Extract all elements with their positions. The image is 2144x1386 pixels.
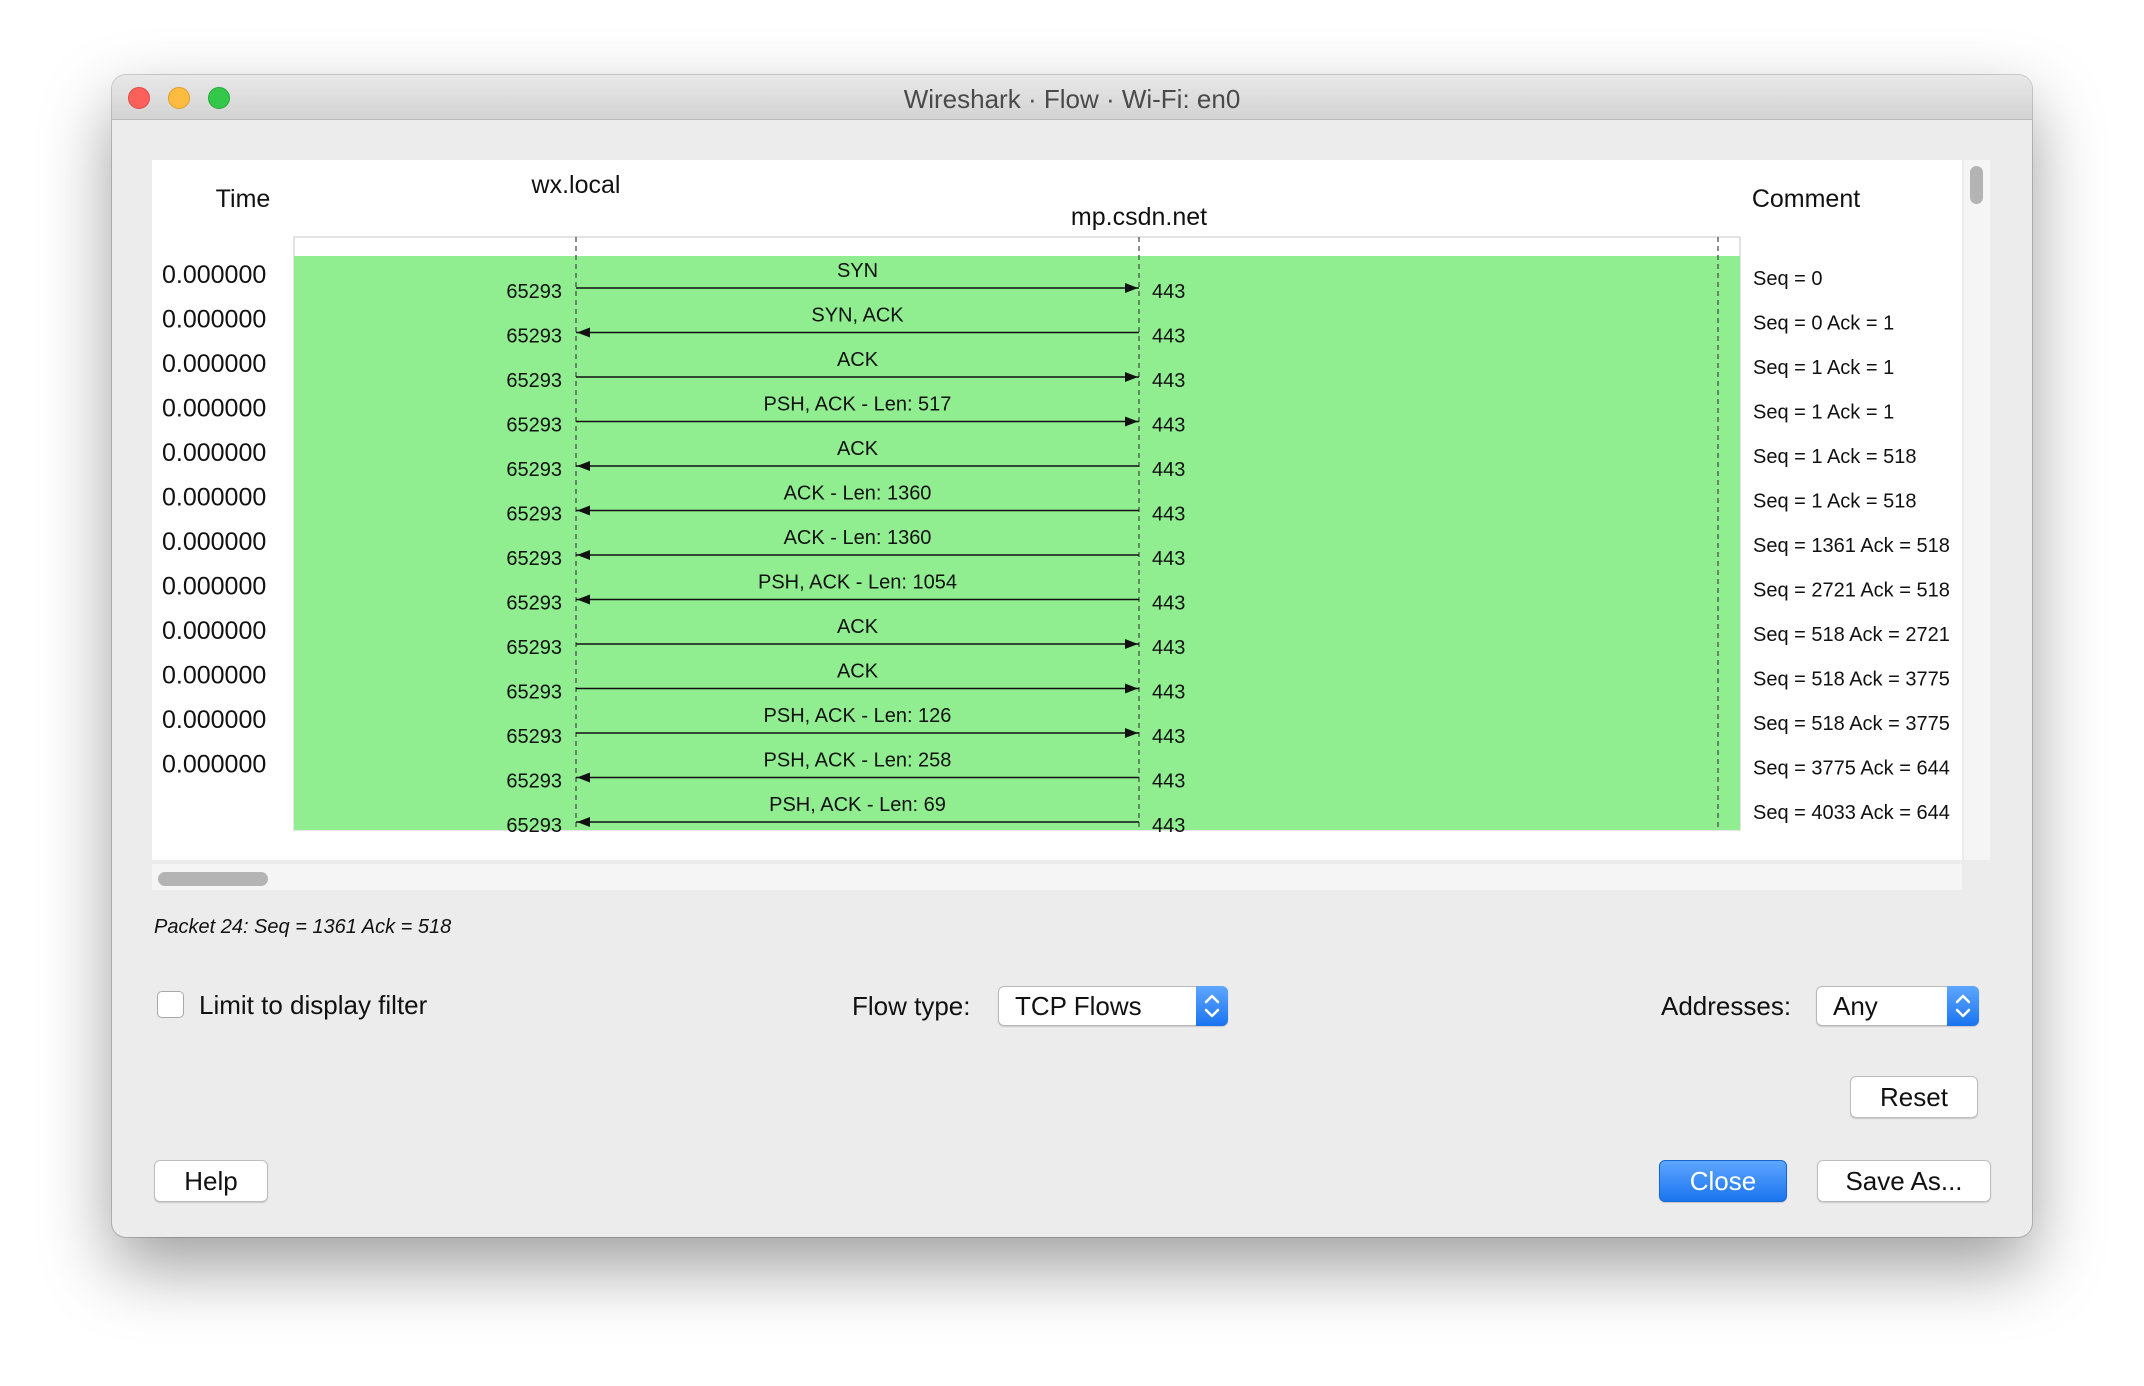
save-as-button[interactable]: Save As...: [1817, 1160, 1991, 1202]
flow-comment: Seq = 518 Ack = 2721: [1753, 624, 1950, 646]
src-port: 65293: [506, 415, 562, 437]
src-port: 65293: [506, 370, 562, 392]
flow-label: PSH, ACK - Len: 517: [764, 394, 952, 416]
flow-comment: Seq = 1 Ack = 518: [1753, 491, 1916, 513]
flow-label: ACK: [837, 438, 879, 460]
src-port: 65293: [506, 326, 562, 348]
flow-time: 0.000000: [162, 528, 266, 556]
dst-port: 443: [1152, 637, 1185, 659]
src-port: 65293: [506, 281, 562, 303]
dst-port: 443: [1152, 548, 1185, 570]
packet-status-text: Packet 24: Seq = 1361 Ack = 518: [154, 916, 452, 938]
flow-label: PSH, ACK - Len: 258: [764, 750, 952, 772]
dst-port: 443: [1152, 415, 1185, 437]
close-button[interactable]: Close: [1659, 1160, 1787, 1202]
dst-port: 443: [1152, 459, 1185, 481]
dst-port: 443: [1152, 726, 1185, 748]
chevron-updown-icon: [1196, 986, 1228, 1026]
flow-comment: Seq = 3775 Ack = 644: [1753, 758, 1950, 780]
src-port: 65293: [506, 459, 562, 481]
flow-time: 0.000000: [162, 350, 266, 378]
flow-comment: Seq = 0 Ack = 1: [1753, 313, 1894, 335]
src-port: 65293: [506, 771, 562, 793]
flow-time: 0.000000: [162, 439, 266, 467]
flow-label: PSH, ACK - Len: 126: [764, 705, 952, 727]
flow-window: Wireshark · Flow · Wi-Fi: en0 Time Commen…: [112, 75, 2032, 1237]
flow-comment: Seq = 518 Ack = 3775: [1753, 669, 1950, 691]
src-port: 65293: [506, 815, 562, 837]
addresses-select[interactable]: Any: [1816, 986, 1979, 1026]
src-port: 65293: [506, 637, 562, 659]
src-port: 65293: [506, 593, 562, 615]
flow-label: PSH, ACK - Len: 1054: [758, 572, 957, 594]
src-port: 65293: [506, 682, 562, 704]
flow-comment: Seq = 2721 Ack = 518: [1753, 580, 1950, 602]
node-label: mp.csdn.net: [1071, 203, 1207, 231]
flow-label: ACK - Len: 1360: [784, 527, 932, 549]
flow-label: PSH, ACK - Len: 69: [769, 794, 946, 816]
dst-port: 443: [1152, 326, 1185, 348]
flow-time: 0.000000: [162, 573, 266, 601]
addresses-value: Any: [1833, 991, 1878, 1021]
flow-time: 0.000000: [162, 751, 266, 779]
flow-time: 0.000000: [162, 261, 266, 289]
dst-port: 443: [1152, 370, 1185, 392]
chevron-updown-icon: [1947, 986, 1979, 1026]
vertical-scrollbar[interactable]: [1964, 160, 1990, 860]
flow-comment: Seq = 1 Ack = 1: [1753, 402, 1894, 424]
flow-label: ACK - Len: 1360: [784, 483, 932, 505]
flow-comment: Seq = 0: [1753, 268, 1823, 290]
flow-type-select[interactable]: TCP Flows: [998, 986, 1228, 1026]
horizontal-scroll-thumb[interactable]: [158, 872, 268, 886]
dst-port: 443: [1152, 593, 1185, 615]
flow-time: 0.000000: [162, 662, 266, 690]
flow-label: SYN: [837, 260, 878, 282]
window-title: Wireshark · Flow · Wi-Fi: en0: [903, 84, 1241, 114]
flow-time: 0.000000: [162, 306, 266, 334]
flow-label: ACK: [837, 349, 879, 371]
dst-port: 443: [1152, 281, 1185, 303]
flow-type-label: Flow type:: [852, 991, 971, 1021]
src-port: 65293: [506, 504, 562, 526]
flow-time: 0.000000: [162, 484, 266, 512]
flow-time: 0.000000: [162, 706, 266, 734]
flow-comment: Seq = 518 Ack = 3775: [1753, 713, 1950, 735]
flow-type-value: TCP Flows: [1015, 991, 1142, 1021]
help-button[interactable]: Help: [154, 1160, 268, 1202]
flow-label: ACK: [837, 661, 879, 683]
flow-comment: Seq = 1361 Ack = 518: [1753, 535, 1950, 557]
dst-port: 443: [1152, 682, 1185, 704]
flow-time: 0.000000: [162, 395, 266, 423]
limit-display-filter-label[interactable]: Limit to display filter: [199, 990, 427, 1021]
src-port: 65293: [506, 726, 562, 748]
flow-label: SYN, ACK: [811, 305, 904, 327]
vertical-scroll-thumb[interactable]: [1970, 166, 1983, 204]
reset-button[interactable]: Reset: [1850, 1076, 1978, 1118]
flow-time: 0.000000: [162, 617, 266, 645]
src-port: 65293: [506, 548, 562, 570]
flow-label: ACK: [837, 616, 879, 638]
comment-header: Comment: [1752, 185, 1860, 213]
flow-comment: Seq = 4033 Ack = 644: [1753, 802, 1950, 824]
time-header: Time: [216, 185, 271, 213]
dst-port: 443: [1152, 815, 1185, 837]
addresses-label: Addresses:: [1661, 991, 1792, 1021]
dst-port: 443: [1152, 504, 1185, 526]
flow-diagram[interactable]: Time Comment wx.local mp.csdn.net 0.000000 65…: [152, 160, 1962, 860]
limit-display-filter-checkbox[interactable]: [157, 991, 184, 1018]
flow-graph[interactable]: Time Comment wx.local mp.csdn.net 0.000000 65…: [152, 160, 1962, 860]
flow-comment: Seq = 1 Ack = 1: [1753, 357, 1894, 379]
node-label: wx.local: [531, 171, 621, 199]
flow-comment: Seq = 1 Ack = 518: [1753, 446, 1916, 468]
title-bar: Wireshark · Flow · Wi-Fi: en0: [112, 75, 2032, 120]
dst-port: 443: [1152, 771, 1185, 793]
horizontal-scrollbar[interactable]: [152, 864, 1962, 890]
